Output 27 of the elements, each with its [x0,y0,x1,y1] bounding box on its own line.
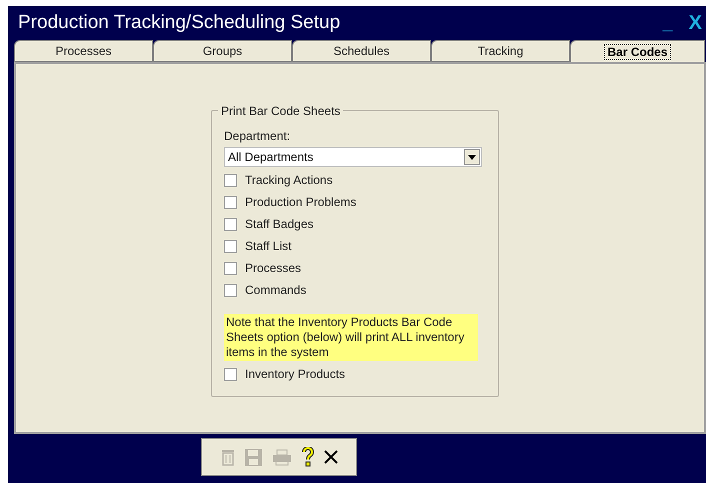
window-title: Production Tracking/Scheduling Setup [18,10,340,35]
checkbox[interactable] [224,218,237,230]
department-dropdown[interactable]: All Departments [224,147,482,167]
checkbox-label: Inventory Products [245,366,346,383]
checkbox[interactable] [224,368,237,380]
minimize-button[interactable]: _ [662,10,673,36]
department-label: Department: [224,128,290,145]
close-button[interactable]: X [688,8,702,38]
checkbox[interactable] [224,240,237,252]
tab[interactable]: Tracking [431,40,570,62]
tab[interactable]: Groups [153,40,292,62]
checkbox-label: Commands [245,282,306,299]
tab[interactable]: Schedules [292,40,431,62]
checkbox-label: Staff List [245,238,292,255]
checkbox-label: Tracking Actions [245,172,333,189]
note-text: Note that the Inventory Products Bar Code Sheets option (below) will print ALL inventory items in the system [224,314,478,361]
close-icon[interactable] [324,450,338,464]
checkbox[interactable] [224,196,237,208]
checkbox-label: Staff Badges [245,216,314,233]
tab[interactable]: Bar Codes [570,40,705,62]
checkbox[interactable] [224,262,237,274]
question-mark-icon[interactable] [302,447,314,467]
tab[interactable]: Processes [14,40,153,62]
checkbox[interactable] [224,174,237,186]
checkbox-label: Production Problems [245,194,356,211]
checkbox[interactable] [224,284,237,296]
checkbox-label: Processes [245,260,302,277]
